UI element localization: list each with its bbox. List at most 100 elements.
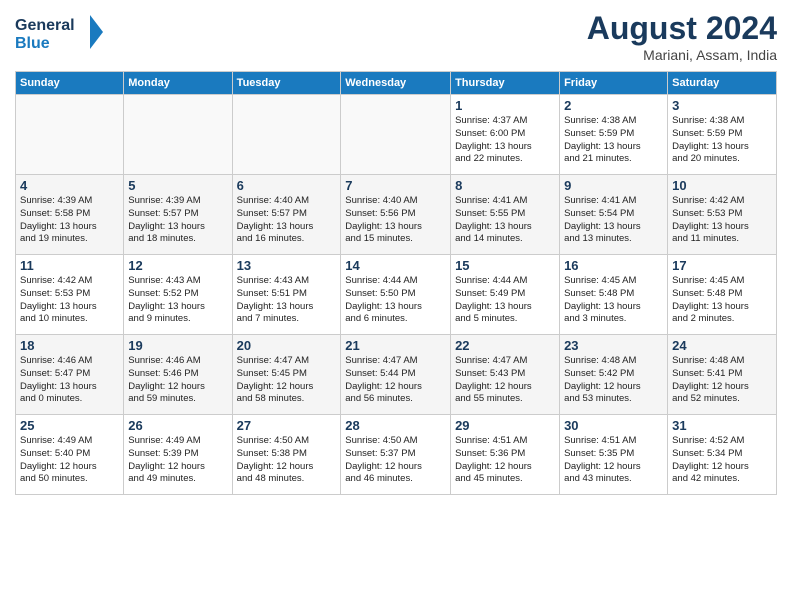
location: Mariani, Assam, India: [587, 47, 777, 63]
day-number: 23: [564, 338, 663, 353]
day-number: 25: [20, 418, 119, 433]
month-year: August 2024: [587, 10, 777, 47]
header: General Blue August 2024 Mariani, Assam,…: [15, 10, 777, 63]
calendar-cell: 27 Sunrise: 4:50 AM Sunset: 5:38 PM Dayli…: [232, 415, 341, 495]
day-number: 18: [20, 338, 119, 353]
day-number: 5: [128, 178, 227, 193]
calendar-table: Sunday Monday Tuesday Wednesday Thursday…: [15, 71, 777, 495]
calendar-cell: 29 Sunrise: 4:51 AM Sunset: 5:36 PM Dayli…: [451, 415, 560, 495]
logo-svg: General Blue: [15, 10, 105, 55]
day-number: 4: [20, 178, 119, 193]
col-saturday: Saturday: [668, 72, 777, 95]
day-info: Sunrise: 4:38 AM Sunset: 5:59 PM Dayligh…: [564, 115, 663, 166]
calendar-cell: 22Sunrise: 4:47 AM Sunset: 5:43 PM Dayli…: [451, 335, 560, 415]
day-number: 29: [455, 418, 555, 433]
calendar-header-row: Sunday Monday Tuesday Wednesday Thursday…: [16, 72, 777, 95]
day-number: 19: [128, 338, 227, 353]
calendar-cell: 21Sunrise: 4:47 AM Sunset: 5:44 PM Dayli…: [341, 335, 451, 415]
logo: General Blue: [15, 10, 105, 55]
calendar-cell: [232, 95, 341, 175]
calendar-cell: 19 Sunrise: 4:46 AM Sunset: 5:46 PM Dayli…: [124, 335, 232, 415]
day-info: Sunrise: 4:49 AM Sunset: 5:40 PM Dayligh…: [20, 435, 119, 486]
day-info: Sunrise: 4:42 AM Sunset: 5:53 PM Dayligh…: [672, 195, 772, 246]
day-number: 10: [672, 178, 772, 193]
col-sunday: Sunday: [16, 72, 124, 95]
calendar-cell: 25 Sunrise: 4:49 AM Sunset: 5:40 PM Dayli…: [16, 415, 124, 495]
day-info: Sunrise: 4:39 AM Sunset: 5:58 PM Dayligh…: [20, 195, 119, 246]
day-info: Sunrise: 4:44 AM Sunset: 5:50 PM Dayligh…: [345, 275, 446, 326]
calendar-week-row: 1 Sunrise: 4:37 AM Sunset: 6:00 PM Daylig…: [16, 95, 777, 175]
col-thursday: Thursday: [451, 72, 560, 95]
day-info: Sunrise: 4:50 AM Sunset: 5:37 PM Dayligh…: [345, 435, 446, 486]
day-info: Sunrise: 4:41 AM Sunset: 5:55 PM Dayligh…: [455, 195, 555, 246]
calendar-cell: [16, 95, 124, 175]
calendar-page: General Blue August 2024 Mariani, Assam,…: [0, 0, 792, 505]
calendar-cell: 18 Sunrise: 4:46 AM Sunset: 5:47 PM Dayli…: [16, 335, 124, 415]
calendar-week-row: 25 Sunrise: 4:49 AM Sunset: 5:40 PM Dayli…: [16, 415, 777, 495]
day-info: Sunrise: 4:49 AM Sunset: 5:39 PM Dayligh…: [128, 435, 227, 486]
col-wednesday: Wednesday: [341, 72, 451, 95]
col-monday: Monday: [124, 72, 232, 95]
calendar-cell: 26 Sunrise: 4:49 AM Sunset: 5:39 PM Dayli…: [124, 415, 232, 495]
calendar-cell: 23 Sunrise: 4:48 AM Sunset: 5:42 PM Dayli…: [560, 335, 668, 415]
col-friday: Friday: [560, 72, 668, 95]
day-info: Sunrise: 4:51 AM Sunset: 5:35 PM Dayligh…: [564, 435, 663, 486]
day-number: 15: [455, 258, 555, 273]
day-number: 12: [128, 258, 227, 273]
calendar-cell: [341, 95, 451, 175]
day-info: Sunrise: 4:48 AM Sunset: 5:41 PM Dayligh…: [672, 355, 772, 406]
calendar-cell: 10 Sunrise: 4:42 AM Sunset: 5:53 PM Dayli…: [668, 175, 777, 255]
calendar-week-row: 4 Sunrise: 4:39 AM Sunset: 5:58 PM Daylig…: [16, 175, 777, 255]
calendar-cell: 15 Sunrise: 4:44 AM Sunset: 5:49 PM Dayli…: [451, 255, 560, 335]
calendar-cell: 16 Sunrise: 4:45 AM Sunset: 5:48 PM Dayli…: [560, 255, 668, 335]
day-info: Sunrise: 4:44 AM Sunset: 5:49 PM Dayligh…: [455, 275, 555, 326]
calendar-cell: 11 Sunrise: 4:42 AM Sunset: 5:53 PM Dayli…: [16, 255, 124, 335]
day-number: 8: [455, 178, 555, 193]
calendar-week-row: 11 Sunrise: 4:42 AM Sunset: 5:53 PM Dayli…: [16, 255, 777, 335]
day-number: 28: [345, 418, 446, 433]
day-info: Sunrise: 4:50 AM Sunset: 5:38 PM Dayligh…: [237, 435, 337, 486]
day-info: Sunrise: 4:40 AM Sunset: 5:57 PM Dayligh…: [237, 195, 337, 246]
day-number: 17: [672, 258, 772, 273]
calendar-cell: 24Sunrise: 4:48 AM Sunset: 5:41 PM Dayli…: [668, 335, 777, 415]
svg-text:General: General: [15, 17, 75, 34]
calendar-week-row: 18 Sunrise: 4:46 AM Sunset: 5:47 PM Dayli…: [16, 335, 777, 415]
day-info: Sunrise: 4:40 AM Sunset: 5:56 PM Dayligh…: [345, 195, 446, 246]
calendar-cell: 28 Sunrise: 4:50 AM Sunset: 5:37 PM Dayli…: [341, 415, 451, 495]
day-number: 7: [345, 178, 446, 193]
day-number: 16: [564, 258, 663, 273]
day-number: 9: [564, 178, 663, 193]
calendar-cell: [124, 95, 232, 175]
day-info: Sunrise: 4:46 AM Sunset: 5:46 PM Dayligh…: [128, 355, 227, 406]
day-number: 20: [237, 338, 337, 353]
calendar-cell: 14Sunrise: 4:44 AM Sunset: 5:50 PM Dayli…: [341, 255, 451, 335]
day-number: 31: [672, 418, 772, 433]
calendar-cell: 4 Sunrise: 4:39 AM Sunset: 5:58 PM Daylig…: [16, 175, 124, 255]
calendar-cell: 30Sunrise: 4:51 AM Sunset: 5:35 PM Dayli…: [560, 415, 668, 495]
calendar-cell: 31Sunrise: 4:52 AM Sunset: 5:34 PM Dayli…: [668, 415, 777, 495]
day-info: Sunrise: 4:46 AM Sunset: 5:47 PM Dayligh…: [20, 355, 119, 406]
calendar-cell: 6 Sunrise: 4:40 AM Sunset: 5:57 PM Daylig…: [232, 175, 341, 255]
col-tuesday: Tuesday: [232, 72, 341, 95]
day-number: 2: [564, 98, 663, 113]
day-info: Sunrise: 4:37 AM Sunset: 6:00 PM Dayligh…: [455, 115, 555, 166]
day-info: Sunrise: 4:47 AM Sunset: 5:45 PM Dayligh…: [237, 355, 337, 406]
day-info: Sunrise: 4:51 AM Sunset: 5:36 PM Dayligh…: [455, 435, 555, 486]
calendar-cell: 2 Sunrise: 4:38 AM Sunset: 5:59 PM Daylig…: [560, 95, 668, 175]
day-info: Sunrise: 4:38 AM Sunset: 5:59 PM Dayligh…: [672, 115, 772, 166]
calendar-cell: 17 Sunrise: 4:45 AM Sunset: 5:48 PM Dayli…: [668, 255, 777, 335]
day-number: 3: [672, 98, 772, 113]
day-info: Sunrise: 4:43 AM Sunset: 5:51 PM Dayligh…: [237, 275, 337, 326]
day-number: 1: [455, 98, 555, 113]
day-info: Sunrise: 4:45 AM Sunset: 5:48 PM Dayligh…: [672, 275, 772, 326]
day-info: Sunrise: 4:47 AM Sunset: 5:44 PM Dayligh…: [345, 355, 446, 406]
calendar-cell: 8 Sunrise: 4:41 AM Sunset: 5:55 PM Daylig…: [451, 175, 560, 255]
day-number: 26: [128, 418, 227, 433]
day-info: Sunrise: 4:48 AM Sunset: 5:42 PM Dayligh…: [564, 355, 663, 406]
day-number: 27: [237, 418, 337, 433]
calendar-cell: 20 Sunrise: 4:47 AM Sunset: 5:45 PM Dayli…: [232, 335, 341, 415]
day-info: Sunrise: 4:45 AM Sunset: 5:48 PM Dayligh…: [564, 275, 663, 326]
day-number: 6: [237, 178, 337, 193]
day-number: 11: [20, 258, 119, 273]
day-info: Sunrise: 4:42 AM Sunset: 5:53 PM Dayligh…: [20, 275, 119, 326]
